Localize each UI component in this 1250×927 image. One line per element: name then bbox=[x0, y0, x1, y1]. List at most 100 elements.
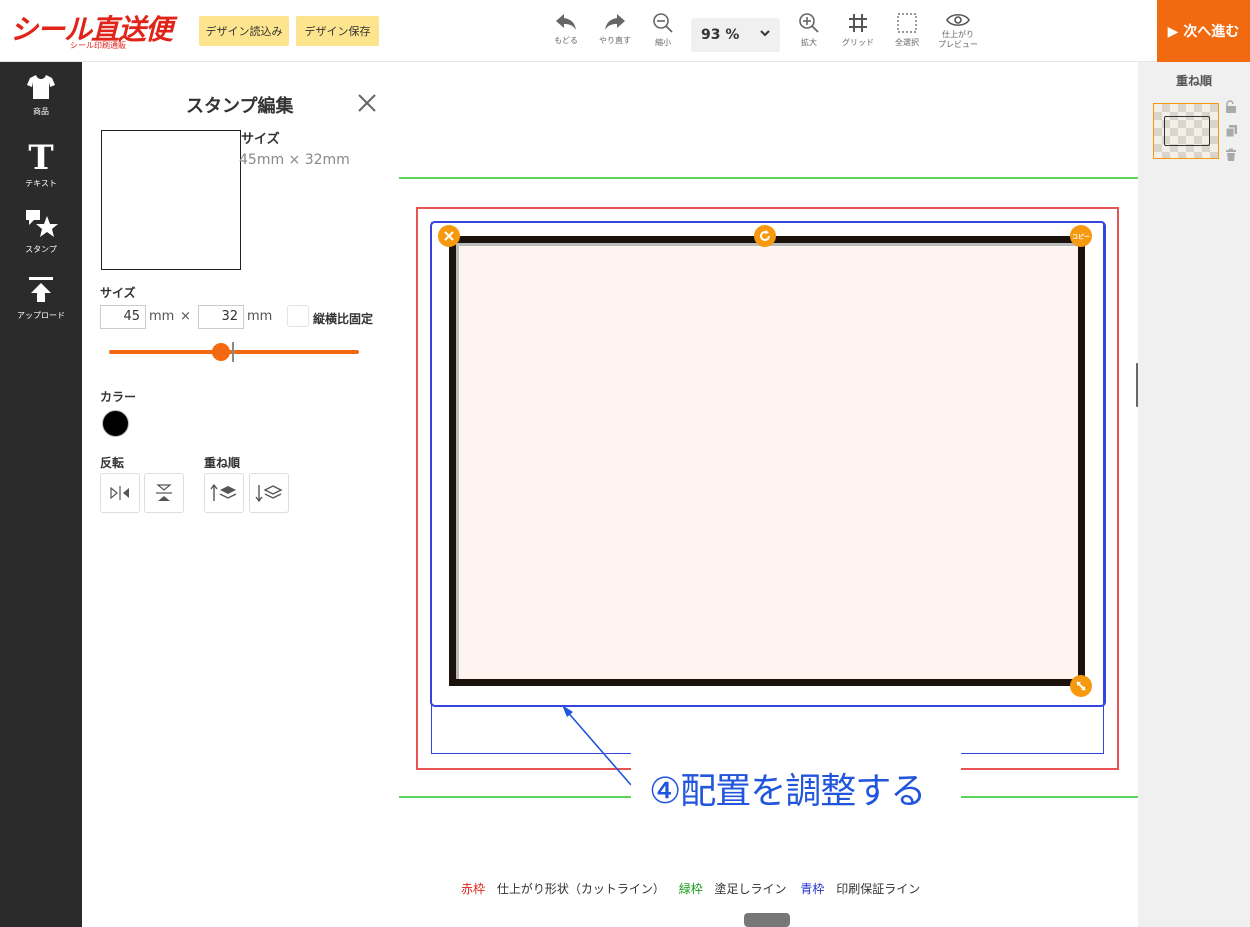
redo-icon bbox=[605, 14, 625, 30]
resize-icon bbox=[1076, 681, 1086, 691]
preview-label-1: 仕上がり bbox=[942, 30, 974, 39]
order-label: 重ね順 bbox=[204, 456, 241, 470]
stamp-preview bbox=[101, 130, 241, 270]
undo-label: もどる bbox=[554, 36, 578, 45]
annotation-arrow bbox=[562, 705, 632, 786]
next-button[interactable]: ▶ 次へ進む bbox=[1157, 0, 1250, 62]
logo[interactable]: シール直送便 シール印刷通販 bbox=[10, 8, 190, 52]
zoom-in-button[interactable]: 拡大 bbox=[786, 12, 832, 58]
send-backward-button[interactable] bbox=[249, 473, 289, 513]
stamp-element[interactable] bbox=[449, 236, 1085, 686]
grid-button[interactable]: グリッド bbox=[835, 12, 881, 58]
preview-label-2: プレビュー bbox=[938, 40, 978, 49]
tshirt-icon bbox=[27, 75, 55, 99]
flip-vertical-icon bbox=[156, 484, 172, 501]
annotation-text: ④配置を調整する bbox=[649, 771, 926, 812]
times-sign: × bbox=[180, 309, 191, 324]
zoom-out-button[interactable]: 縮小 bbox=[640, 12, 686, 58]
lock-ratio-label: 縦横比固定 bbox=[313, 312, 374, 326]
height-input[interactable]: 32 bbox=[198, 305, 244, 329]
legend-green-key: 緑枠 bbox=[678, 882, 703, 896]
load-design-button[interactable]: デザイン読込み bbox=[199, 16, 289, 46]
flip-vertical-button[interactable] bbox=[144, 473, 184, 513]
save-design-button[interactable]: デザイン保存 bbox=[296, 16, 379, 46]
stamp-icon bbox=[26, 210, 58, 237]
delete-handle[interactable] bbox=[438, 225, 460, 247]
legend-red-key: 赤枠 bbox=[461, 882, 486, 896]
nav-label-text: テキスト bbox=[25, 179, 57, 188]
preview-size-value: 45mm × 32mm bbox=[239, 152, 350, 168]
size-slider-tick bbox=[232, 342, 234, 362]
zoom-out-label: 縮小 bbox=[655, 38, 671, 47]
grid-label: グリッド bbox=[842, 38, 874, 47]
zoom-in-label: 拡大 bbox=[801, 38, 817, 47]
trash-icon[interactable] bbox=[1224, 148, 1238, 162]
select-all-label: 全選択 bbox=[895, 38, 919, 47]
layer-panel-title: 重ね順 bbox=[1176, 74, 1213, 88]
nav-label-product: 商品 bbox=[33, 107, 49, 116]
undo-icon bbox=[556, 14, 576, 30]
rotate-icon bbox=[760, 230, 770, 241]
layer-thumbnail-stamp bbox=[1164, 116, 1210, 146]
zoom-value: 93 % bbox=[701, 27, 740, 43]
legend-blue-key: 青枠 bbox=[800, 882, 825, 896]
panel-title: スタンプ編集 bbox=[186, 96, 294, 117]
legend-red-desc: 仕上がり形状（カットライン） bbox=[496, 882, 665, 896]
nav-item-product[interactable]: 商品 bbox=[0, 74, 82, 117]
bottom-scroll-handle[interactable] bbox=[744, 913, 790, 927]
grid-icon bbox=[849, 14, 867, 32]
preview-size-heading: サイズ bbox=[241, 132, 280, 147]
width-unit: mm bbox=[149, 309, 175, 324]
zoom-select[interactable]: 93 % bbox=[691, 18, 780, 52]
redo-label: やり直す bbox=[599, 36, 631, 45]
nav-item-stamp[interactable]: スタンプ bbox=[0, 208, 82, 255]
send-backward-icon bbox=[255, 485, 283, 503]
close-icon bbox=[444, 231, 454, 241]
text-icon: T bbox=[28, 138, 53, 178]
color-label: カラー bbox=[100, 390, 137, 404]
layer-panel: 重ね順 bbox=[1138, 62, 1250, 927]
size-slider-thumb[interactable] bbox=[212, 343, 230, 361]
flip-label: 反転 bbox=[100, 456, 125, 470]
width-input[interactable]: 45 bbox=[100, 305, 146, 329]
redo-button[interactable]: やり直す bbox=[592, 12, 638, 58]
stamp-edit-panel: スタンプ編集 サイズ 45mm × 32mm サイズ 45 mm × 32 mm… bbox=[82, 62, 399, 927]
legend-green-desc: 塗足しライン bbox=[714, 882, 787, 896]
header-bar: シール直送便 シール印刷通販 デザイン読込み デザイン保存 もどる やり直す 縮… bbox=[0, 0, 1250, 62]
bleed-line-top bbox=[399, 177, 1138, 179]
logo-subtitle: シール印刷通販 bbox=[70, 41, 126, 50]
copy-icon[interactable] bbox=[1224, 124, 1238, 138]
lock-ratio-checkbox[interactable] bbox=[287, 305, 309, 327]
nav-label-upload: アップロード bbox=[17, 311, 65, 320]
nav-item-upload[interactable]: アップロード bbox=[0, 276, 82, 321]
size-slider-track[interactable] bbox=[109, 350, 359, 354]
flip-horizontal-button[interactable] bbox=[100, 473, 140, 513]
undo-button[interactable]: もどる bbox=[543, 12, 589, 58]
zoom-out-icon bbox=[653, 13, 673, 33]
bring-forward-icon bbox=[210, 483, 237, 501]
unlock-icon[interactable] bbox=[1224, 100, 1238, 114]
resize-handle[interactable] bbox=[1070, 675, 1092, 697]
rotate-handle[interactable] bbox=[754, 225, 776, 247]
copy-handle[interactable]: コピー bbox=[1070, 225, 1092, 247]
color-swatch[interactable] bbox=[102, 410, 129, 437]
layer-thumbnail[interactable] bbox=[1153, 103, 1219, 159]
design-canvas[interactable]: コピー ④配置を調整する 赤枠 仕上がり形状（カットライン） 緑枠 塗足しライン… bbox=[399, 62, 1138, 927]
height-unit: mm bbox=[247, 309, 273, 324]
nav-item-text[interactable]: T テキスト bbox=[0, 138, 82, 189]
preview-button[interactable]: 仕上がり プレビュー bbox=[935, 12, 981, 58]
svg-text:T: T bbox=[28, 140, 53, 172]
legend-blue-desc: 印刷保証ライン bbox=[836, 882, 921, 896]
select-all-icon bbox=[897, 13, 917, 33]
select-all-button[interactable]: 全選択 bbox=[884, 12, 930, 58]
upload-icon bbox=[29, 277, 53, 302]
left-nav: 商品 T テキスト スタンプ アップロード bbox=[0, 62, 82, 927]
eye-icon bbox=[946, 13, 970, 27]
bring-forward-button[interactable] bbox=[204, 473, 244, 513]
zoom-in-icon bbox=[799, 13, 819, 33]
nav-label-stamp: スタンプ bbox=[25, 245, 57, 254]
close-icon[interactable] bbox=[356, 92, 378, 114]
size-label: サイズ bbox=[100, 286, 136, 300]
frame-legend: 赤枠 仕上がり形状（カットライン） 緑枠 塗足しライン 青枠 印刷保証ライン bbox=[461, 880, 920, 897]
flip-horizontal-icon bbox=[110, 486, 129, 500]
